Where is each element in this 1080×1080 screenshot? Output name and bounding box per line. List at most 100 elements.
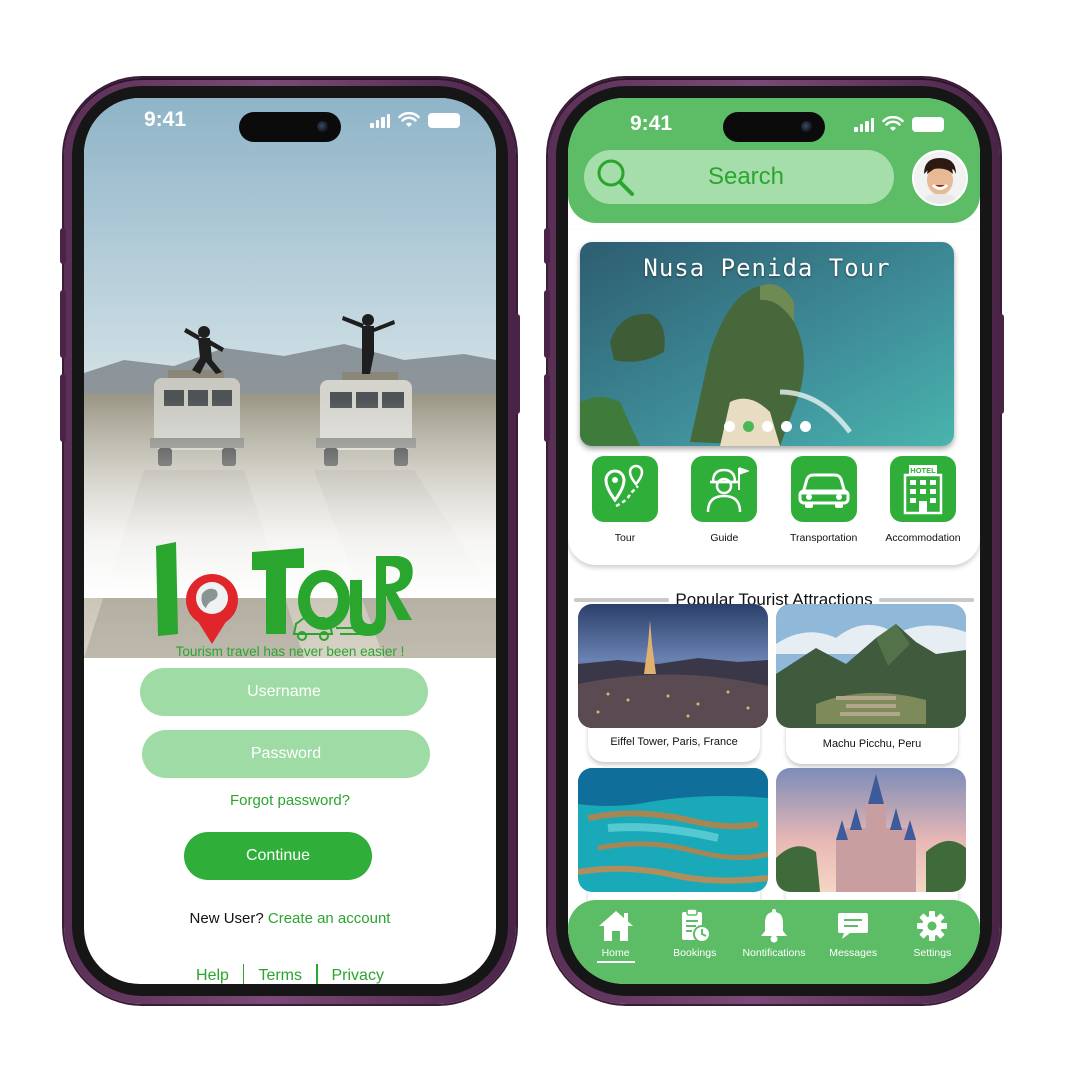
category-tile — [592, 456, 658, 522]
search-placeholder: Search — [707, 163, 785, 190]
category-row: Tour Guide Transportation HOTEL Accommod… — [580, 456, 968, 544]
home-icon — [598, 911, 633, 941]
footer-links: Help Terms Privacy — [84, 964, 496, 984]
featured-card: Nusa Penida Tour Tour Guide Transportati… — [568, 230, 980, 565]
power-button — [514, 314, 520, 414]
signal-icon — [854, 118, 874, 132]
continue-button[interactable]: Continue — [184, 832, 372, 880]
avatar-photo — [914, 152, 966, 204]
gear-icon — [917, 911, 948, 941]
username-field[interactable]: Username — [140, 668, 428, 716]
volume-down-button — [544, 374, 550, 442]
attraction-photo — [776, 604, 966, 728]
mute-switch — [60, 228, 66, 264]
bell-icon — [760, 909, 787, 943]
carousel-dot[interactable] — [799, 421, 811, 432]
category-transportation[interactable]: Transportation — [779, 456, 869, 544]
category-tile — [691, 456, 758, 522]
nav-notifications[interactable]: Nontifications — [735, 908, 813, 984]
privacy-link[interactable]: Privacy — [332, 967, 384, 984]
divider — [242, 964, 245, 984]
help-link[interactable]: Help — [196, 967, 229, 984]
search-icon — [597, 159, 634, 196]
nav-settings[interactable]: Settings — [893, 908, 971, 984]
password-field[interactable]: Password — [142, 730, 430, 778]
carousel-dot[interactable] — [742, 421, 754, 432]
search-bar[interactable]: Search — [584, 150, 894, 204]
carousel-dot[interactable] — [780, 421, 792, 432]
map-pin-icon — [186, 574, 238, 644]
attraction-name: Eiffel Tower, Paris, France — [610, 736, 738, 748]
attraction-caption: Eiffel Tower, Paris, France — [588, 722, 760, 762]
divider — [574, 598, 670, 602]
nav-home[interactable]: Home — [577, 908, 655, 984]
bottom-nav: Home Bookings Nontifications Messages Se… — [568, 900, 980, 984]
car-icon — [798, 473, 850, 508]
new-user-row: New User? Create an account — [84, 910, 496, 927]
category-guide[interactable]: Guide — [679, 456, 769, 544]
attraction-card-machu-picchu[interactable]: Machu Picchu, Peru — [776, 604, 966, 764]
tour-guide-icon — [707, 467, 750, 513]
hotel-sign-text: HOTEL — [910, 466, 936, 475]
category-label: Transportation — [790, 532, 858, 544]
username-placeholder: Username — [247, 683, 321, 700]
forgot-password-link[interactable]: Forgot password? — [230, 792, 350, 809]
hotel-icon: HOTEL — [903, 465, 943, 515]
login-phone: 9:41 Tourism travel has never been easie… — [60, 78, 520, 1004]
active-indicator — [596, 961, 635, 963]
category-tile: HOTEL — [889, 456, 956, 522]
category-label: Guide — [710, 532, 739, 544]
category-label: Tour — [614, 532, 636, 544]
nav-label: Bookings — [673, 947, 717, 959]
battery-icon — [912, 117, 944, 132]
forgot-password-row: Forgot password? — [84, 792, 496, 809]
category-label: Accommodation — [885, 532, 961, 544]
category-accommodation[interactable]: HOTEL Accommodation — [878, 456, 968, 544]
wifi-icon — [398, 112, 420, 127]
category-tour[interactable]: Tour — [580, 456, 670, 544]
nav-label: Nontifications — [742, 947, 806, 959]
signal-icon — [370, 114, 390, 128]
dynamic-island — [723, 112, 825, 142]
tour-banner[interactable]: Nusa Penida Tour — [580, 242, 954, 446]
status-icons — [854, 116, 944, 132]
camera-icon — [801, 121, 813, 133]
profile-avatar[interactable] — [912, 150, 968, 206]
nav-messages[interactable]: Messages — [814, 908, 892, 984]
attraction-card-eiffel[interactable]: Eiffel Tower, Paris, France — [578, 604, 768, 762]
new-user-text: New User? — [189, 910, 264, 927]
volume-down-button — [60, 374, 66, 442]
power-button — [998, 314, 1004, 414]
carousel-dots[interactable] — [580, 421, 954, 432]
attraction-photo — [578, 604, 768, 728]
banner-title: Nusa Penida Tour — [643, 254, 891, 282]
dynamic-island — [239, 112, 341, 142]
status-time: 9:41 — [144, 108, 187, 131]
map-route-icon — [604, 464, 644, 508]
divider — [316, 964, 318, 984]
terms-link[interactable]: Terms — [258, 967, 302, 984]
mute-switch — [544, 228, 550, 264]
camera-icon — [317, 121, 329, 133]
create-account-link[interactable]: Create an account — [268, 910, 391, 927]
status-time: 9:41 — [630, 112, 673, 135]
attraction-name: Machu Picchu, Peru — [822, 738, 922, 750]
messages-icon — [838, 913, 869, 939]
volume-up-button — [544, 290, 550, 358]
bookings-icon — [681, 908, 711, 943]
nav-label: Messages — [829, 947, 878, 959]
home-phone: 9:41 Search Nusa Penida Tour Tour Guide … — [544, 78, 1004, 1004]
volume-up-button — [60, 290, 66, 358]
nav-bookings[interactable]: Bookings — [656, 908, 734, 984]
brand-tagline: Tourism travel has never been easier ! — [175, 644, 405, 659]
carousel-dot[interactable] — [761, 421, 773, 432]
itour-logo — [156, 542, 413, 644]
home-screen: 9:41 Search Nusa Penida Tour Tour Guide … — [568, 98, 980, 984]
password-placeholder: Password — [250, 745, 322, 762]
carousel-dot[interactable] — [723, 421, 735, 432]
attraction-caption: Machu Picchu, Peru — [786, 724, 958, 764]
divider — [878, 598, 974, 602]
attraction-photo — [776, 768, 966, 892]
battery-icon — [428, 113, 460, 128]
mockup-stage: 9:41 Tourism travel has never been easie… — [0, 0, 1080, 1080]
